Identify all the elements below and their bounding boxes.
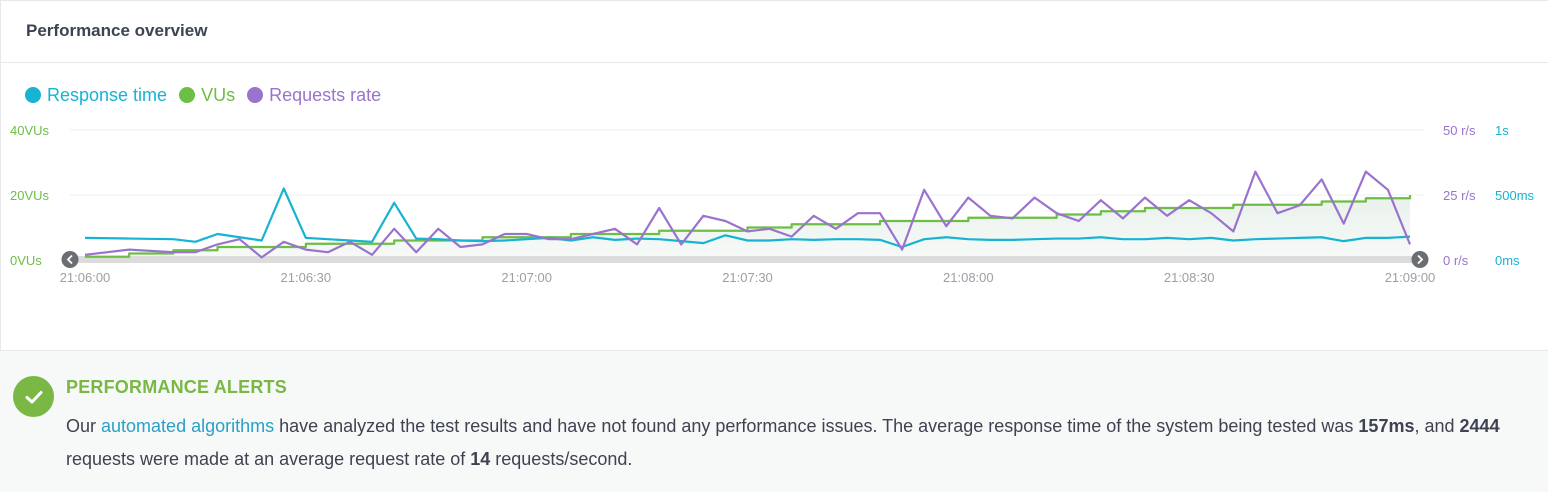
- response-time-tick-label: 1s: [1495, 123, 1509, 138]
- vus-tick-label: 0VUs: [10, 253, 42, 268]
- x-tick-label: 21:08:00: [943, 270, 994, 285]
- requests-rate-tick-label: 25 r/s: [1443, 188, 1476, 203]
- requests-rate-tick-label: 0 r/s: [1443, 253, 1469, 268]
- legend-label-vus: VUs: [201, 84, 236, 105]
- legend-dot-vus: [179, 87, 196, 103]
- chart-legend: Response time VUs Requests rate: [25, 84, 393, 106]
- legend-item-vus[interactable]: VUs: [179, 85, 235, 106]
- alert-title: PERFORMANCE ALERTS: [66, 377, 287, 397]
- check-circle-icon: [13, 376, 54, 417]
- requests-rate-tick-label: 50 r/s: [1443, 123, 1476, 138]
- range-slider-track[interactable]: [70, 256, 1420, 263]
- x-tick-label: 21:09:00: [1385, 270, 1436, 285]
- automated-algorithms-link[interactable]: automated algorithms: [101, 416, 274, 436]
- legend-item-requests-rate[interactable]: Requests rate: [247, 85, 381, 106]
- response-time-tick-label: 500ms: [1495, 188, 1535, 203]
- chart-grid: [70, 129, 1425, 196]
- response-time-tick-label: 0ms: [1495, 253, 1520, 268]
- avg-request-rate-value: 14: [470, 449, 491, 469]
- panel-header: Performance overview: [1, 1, 1548, 63]
- x-tick-label: 21:06:00: [60, 270, 111, 285]
- alert-text-5: requests/second.: [490, 449, 633, 469]
- x-tick-label: 21:08:30: [1164, 270, 1215, 285]
- alert-text-1: Our: [66, 416, 102, 436]
- alert-text-2: have analyzed the test results and have …: [274, 416, 1359, 436]
- legend-dot-requests-rate: [247, 87, 264, 103]
- alert-text-3: , and: [1414, 416, 1460, 436]
- performance-chart: 0VUs 20VUs 40VUs 0 r/s 25 r/s 50 r/s 0ms 500ms 1…: [10, 123, 1535, 285]
- x-tick-label: 21:06:30: [281, 270, 332, 285]
- range-handle-left[interactable]: [61, 251, 79, 268]
- x-tick-label: 21:07:00: [501, 270, 552, 285]
- avg-response-time-value: 157ms: [1358, 416, 1415, 436]
- alert-text-4: requests were made at an average request…: [66, 449, 471, 469]
- x-tick-label: 21:07:30: [722, 270, 773, 285]
- range-handle-right[interactable]: [1411, 251, 1429, 268]
- check-icon: [25, 390, 42, 403]
- vus-tick-label: 20VUs: [10, 188, 50, 203]
- legend-label-response-time: Response time: [47, 84, 168, 105]
- legend-label-requests-rate: Requests rate: [269, 84, 382, 105]
- vus-tick-label: 40VUs: [10, 123, 50, 138]
- panel-title: Performance overview: [26, 21, 208, 40]
- total-requests-value: 2444: [1459, 416, 1500, 436]
- legend-dot-response-time: [25, 87, 41, 103]
- legend-item-response-time[interactable]: Response time: [25, 85, 167, 106]
- alert-message: Our automated algorithms have analyzed t…: [66, 410, 1526, 476]
